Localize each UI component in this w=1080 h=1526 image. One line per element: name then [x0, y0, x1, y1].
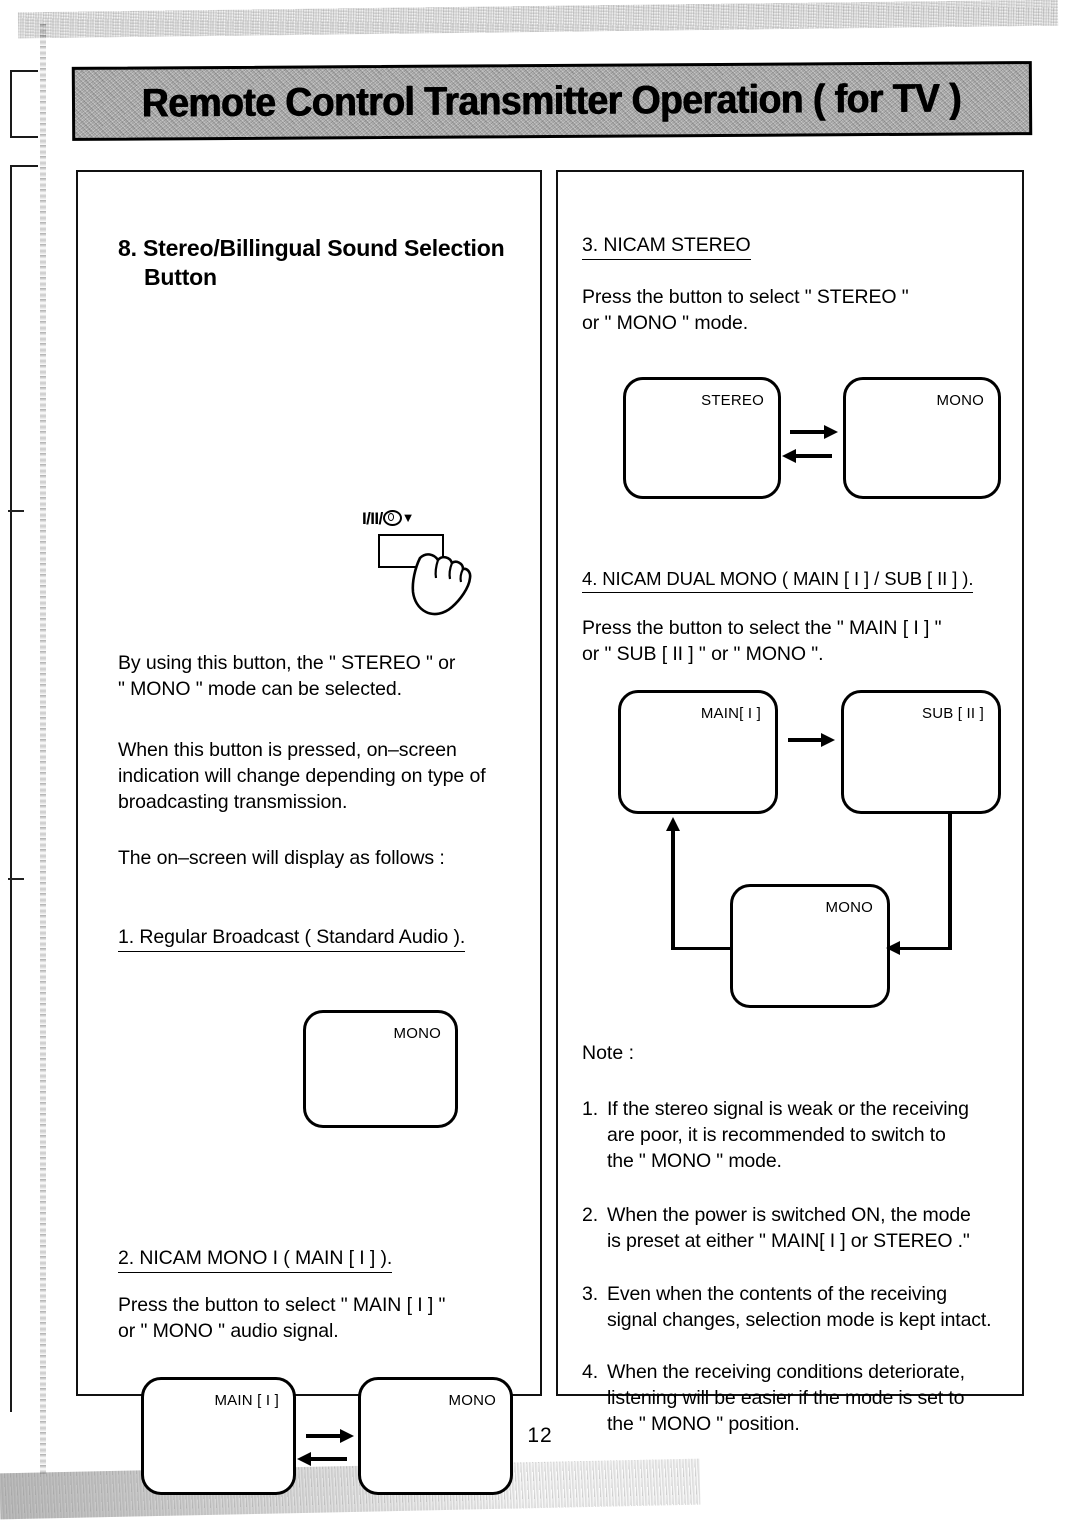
subsection-heading-nicam-dual-mono: 4. NICAM DUAL MONO ( MAIN [ I ] / SUB [ … [582, 568, 973, 593]
screen-label: MAIN [ I ] [214, 1392, 279, 1409]
note-number: 2. [582, 1204, 598, 1226]
note-text: If the stereo signal is weak or the rece… [607, 1098, 969, 1172]
subsection-heading-regular-broadcast: 1. Regular Broadcast ( Standard Audio ). [118, 926, 465, 952]
pressing-hand-icon [411, 553, 472, 616]
note-text: When the power is switched ON, the mode … [607, 1204, 971, 1252]
note-number: 3. [582, 1283, 598, 1305]
screen-label: MAIN[ I ] [700, 705, 761, 722]
screen-diagram-4-mono: MONO [730, 884, 890, 1008]
arrow-left-head [297, 1451, 311, 1466]
arrow-mono-to-main-head [665, 817, 680, 831]
paragraph-intro: By using this button, the " STEREO " or … [118, 652, 456, 701]
page-title: Remote Control Transmitter Operation ( f… [142, 75, 962, 126]
right-column-panel: 3. NICAM STEREO Press the button to sele… [556, 170, 1024, 1435]
page-edge-fragment-upper [10, 70, 38, 138]
arrow-left-shaft [796, 454, 832, 458]
screen-label: STEREO [701, 392, 764, 409]
page-edge-tick-lower [8, 878, 24, 880]
page-edge-tick-upper [8, 510, 24, 512]
arrow-sub-to-mono-horizontal [900, 946, 951, 950]
page-header-banner: Remote Control Transmitter Operation ( f… [71, 61, 1033, 141]
screen-label: MONO [825, 899, 873, 916]
screen-label: MONO [448, 1392, 496, 1409]
paragraph-nicam-stereo-instruction: Press the button to select " STEREO " or… [582, 286, 909, 335]
screen-label: MONO [393, 1025, 441, 1042]
screen-diagram-4-sub: SUB [ II ] [841, 690, 1001, 814]
scan-artifact-bottom-edge [0, 1458, 701, 1520]
page-edge-fragment-lower [10, 165, 38, 1412]
arrow-left-shaft [311, 1457, 347, 1461]
screen-diagram-3-mono: MONO [843, 377, 1001, 499]
scan-artifact-top-edge [17, 0, 1059, 39]
note-title: Note : [582, 1042, 635, 1064]
screen-diagram-1-mono: MONO [303, 1010, 458, 1128]
note-number: 1. [582, 1098, 598, 1120]
note-text: Even when the contents of the receiving … [607, 1283, 992, 1331]
page-number: 12 [527, 1424, 553, 1447]
arrow-mono-to-main-vertical [671, 830, 675, 950]
arrow-right-head [824, 424, 838, 439]
section-heading-line1: 8. Stereo/Billingual Sound Selection [118, 235, 505, 261]
note-list-item: 3. Even when the contents of the receivi… [582, 1282, 1022, 1334]
arrow-main-to-sub-head [821, 732, 835, 747]
paragraph-nicam-dual-mono-instruction: Press the button to select the " MAIN [ … [582, 617, 942, 666]
section-heading-stereo-bilingual: 8. Stereo/Billingual Sound Selection But… [118, 234, 538, 293]
arrow-left-head [782, 448, 796, 463]
arrow-right-shaft [790, 430, 826, 434]
scan-artifact-binding-spine [40, 24, 46, 1474]
button-illustration: I/II/▼ [360, 508, 490, 618]
left-column-panel: 8. Stereo/Billingual Sound Selection But… [76, 170, 542, 1495]
section-heading-line2: Button [144, 264, 217, 291]
screen-label: MONO [936, 392, 984, 409]
paragraph-display-follows: The on–screen will display as follows : [118, 847, 445, 869]
note-list-item: 1. If the stereo signal is weak or the r… [582, 1097, 1010, 1175]
screen-label: SUB [ II ] [921, 705, 984, 722]
screen-diagram-3-stereo: STEREO [623, 377, 781, 499]
paragraph-onscreen-change: When this button is pressed, on–screen i… [118, 739, 486, 814]
subsection-heading-nicam-mono: 2. NICAM MONO I ( MAIN [ I ] ). [118, 1247, 392, 1273]
arrow-sub-to-mono-vertical [948, 814, 952, 950]
note-list-item: 2. When the power is switched ON, the mo… [582, 1203, 1014, 1255]
note-number: 4. [582, 1361, 598, 1383]
subsection-heading-nicam-stereo: 3. NICAM STEREO [582, 234, 751, 260]
arrow-sub-to-mono-head [886, 941, 900, 955]
arrow-mono-to-main-horizontal [671, 946, 733, 950]
screen-diagram-4-main: MAIN[ I ] [618, 690, 778, 814]
paragraph-nicam-mono-instruction: Press the button to select " MAIN [ I ] … [118, 1294, 446, 1343]
